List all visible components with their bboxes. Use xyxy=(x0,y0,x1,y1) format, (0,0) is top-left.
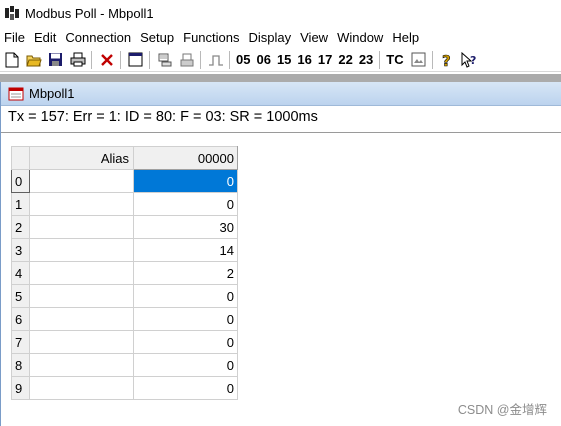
table-row[interactable]: 3 14 xyxy=(11,238,238,262)
status-divider xyxy=(1,132,561,133)
menu-bar: File Edit Connection Setup Functions Dis… xyxy=(0,27,561,48)
register-grid: Alias 00000 0 0 1 0 2 30 3 14 4 2 5 0 6 0 7 0 8 0 9 0 xyxy=(11,146,238,400)
svg-text:?: ? xyxy=(470,54,476,67)
function-22-button[interactable]: 22 xyxy=(335,49,355,70)
menu-setup[interactable]: Setup xyxy=(136,27,179,48)
alias-cell[interactable] xyxy=(29,261,134,285)
toolbar-separator xyxy=(91,50,92,69)
alias-cell[interactable] xyxy=(29,284,134,308)
modbus-poll-app-icon xyxy=(4,5,20,21)
alias-cell[interactable] xyxy=(29,215,134,239)
open-icon[interactable] xyxy=(23,49,44,70)
poll-status-line: Tx = 157: Err = 1: ID = 80: F = 03: SR =… xyxy=(8,109,318,125)
child-window-mbpoll1[interactable]: Mbpoll1 Tx = 157: Err = 1: ID = 80: F = … xyxy=(0,82,561,426)
alias-cell[interactable] xyxy=(29,238,134,262)
document-icon xyxy=(8,87,24,101)
toolbar-separator xyxy=(229,50,230,69)
menu-connection[interactable]: Connection xyxy=(61,27,136,48)
row-header[interactable]: 5 xyxy=(11,284,30,308)
child-title-bar[interactable]: Mbpoll1 xyxy=(1,82,561,106)
pulse-icon[interactable] xyxy=(205,49,226,70)
value-cell[interactable]: 0 xyxy=(133,169,238,193)
table-row[interactable]: 10 xyxy=(11,192,238,216)
value-cell[interactable]: 30 xyxy=(133,215,238,239)
menu-view[interactable]: View xyxy=(296,27,333,48)
table-row[interactable]: 60 xyxy=(11,307,238,331)
mdi-client-area: Mbpoll1 Tx = 157: Err = 1: ID = 80: F = … xyxy=(0,74,561,426)
value-cell[interactable]: 2 xyxy=(133,261,238,285)
alias-cell[interactable] xyxy=(29,353,134,377)
window-title: Modbus Poll - Mbpoll1 xyxy=(25,5,154,21)
table-row[interactable]: 00 xyxy=(11,169,238,193)
table-row[interactable]: 90 xyxy=(11,376,238,400)
image-icon[interactable] xyxy=(408,49,429,70)
value-cell[interactable]: 0 xyxy=(133,353,238,377)
table-row[interactable]: 70 xyxy=(11,330,238,354)
row-header[interactable]: 3 xyxy=(11,238,30,262)
row-header[interactable]: 6 xyxy=(11,307,30,331)
menu-file[interactable]: File xyxy=(0,27,30,48)
grid-corner xyxy=(11,146,30,170)
tc-button[interactable]: TC xyxy=(383,49,406,70)
value-cell[interactable]: 0 xyxy=(133,307,238,331)
svg-text:?: ? xyxy=(442,52,451,68)
menu-help[interactable]: Help xyxy=(388,27,424,48)
new-icon[interactable] xyxy=(1,49,22,70)
column-header-alias[interactable]: Alias xyxy=(29,146,134,170)
value-cell[interactable]: 0 xyxy=(133,192,238,216)
csdn-watermark: CSDN @金增辉 xyxy=(457,403,547,417)
function-23-button[interactable]: 23 xyxy=(356,49,376,70)
row-header[interactable]: 2 xyxy=(11,215,30,239)
printer-log-icon[interactable] xyxy=(176,49,197,70)
row-header[interactable]: 4 xyxy=(11,261,30,285)
toolbar-separator xyxy=(149,50,150,69)
alias-cell[interactable] xyxy=(29,169,134,193)
row-header[interactable]: 7 xyxy=(11,330,30,354)
alias-cell[interactable] xyxy=(29,192,134,216)
help-icon[interactable]: ? xyxy=(437,49,458,70)
save-icon[interactable] xyxy=(45,49,66,70)
value-cell[interactable]: 0 xyxy=(133,376,238,400)
function-16-button[interactable]: 16 xyxy=(294,49,314,70)
value-cell[interactable]: 14 xyxy=(133,238,238,262)
table-row[interactable]: 80 xyxy=(11,353,238,377)
table-row[interactable]: 2 30 xyxy=(11,215,238,239)
title-bar: Modbus Poll - Mbpoll1 xyxy=(0,0,561,26)
toolbar-separator xyxy=(120,50,121,69)
value-cell[interactable]: 0 xyxy=(133,284,238,308)
table-row[interactable]: 42 xyxy=(11,261,238,285)
alias-cell[interactable] xyxy=(29,376,134,400)
toolbar-separator xyxy=(379,50,381,69)
menu-display[interactable]: Display xyxy=(245,27,297,48)
child-window-title: Mbpoll1 xyxy=(29,86,75,101)
function-17-button[interactable]: 17 xyxy=(315,49,335,70)
menu-functions[interactable]: Functions xyxy=(179,27,244,48)
toolbar-separator xyxy=(431,50,433,69)
row-header[interactable]: 9 xyxy=(11,376,30,400)
grid-header-row: Alias 00000 xyxy=(11,146,238,170)
window-icon[interactable] xyxy=(125,49,146,70)
row-header[interactable]: 1 xyxy=(11,192,30,216)
alias-cell[interactable] xyxy=(29,330,134,354)
table-row[interactable]: 50 xyxy=(11,284,238,308)
value-cell[interactable]: 0 xyxy=(133,330,238,354)
row-header[interactable]: 0 xyxy=(11,169,30,193)
alias-cell[interactable] xyxy=(29,307,134,331)
function-05-button[interactable]: 05 xyxy=(233,49,253,70)
print-icon[interactable] xyxy=(67,49,88,70)
toolbar: 05 06 15 16 17 22 23 TC ? ? xyxy=(0,48,561,72)
toolbar-separator xyxy=(200,50,201,69)
menu-edit[interactable]: Edit xyxy=(30,27,61,48)
comm-icon[interactable] xyxy=(154,49,175,70)
menu-window[interactable]: Window xyxy=(333,27,388,48)
context-help-icon[interactable]: ? xyxy=(459,49,480,70)
column-header-address[interactable]: 00000 xyxy=(133,146,238,170)
delete-icon[interactable] xyxy=(96,49,117,70)
row-header[interactable]: 8 xyxy=(11,353,30,377)
function-15-button[interactable]: 15 xyxy=(274,49,294,70)
function-06-button[interactable]: 06 xyxy=(253,49,273,70)
